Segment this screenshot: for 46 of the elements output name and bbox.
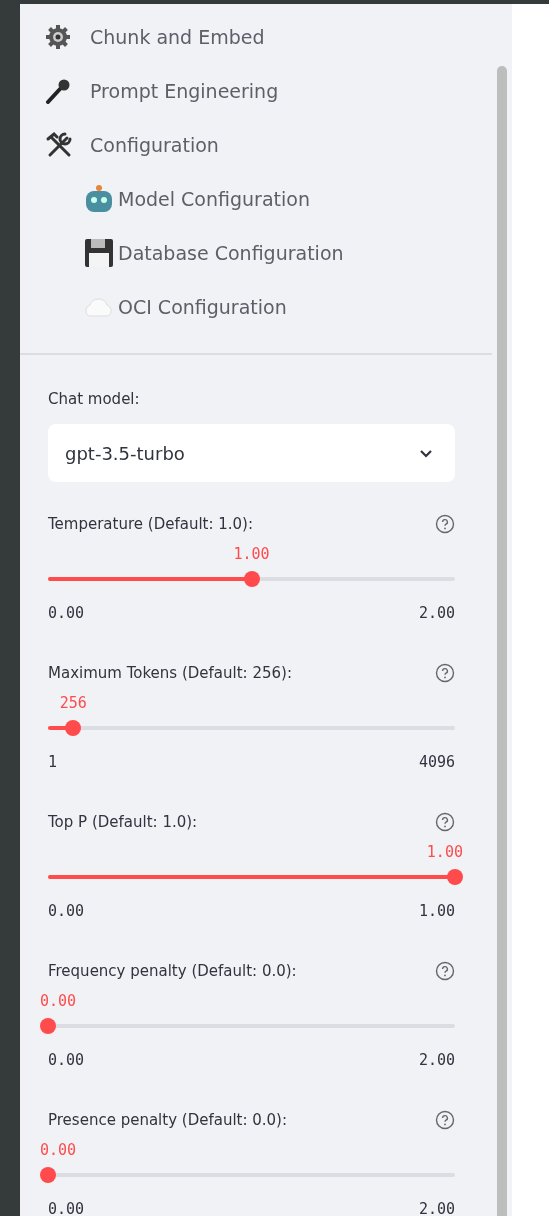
nav-link[interactable]: Prompt Engineering [90, 80, 279, 102]
model-dropdown[interactable]: gpt-3.5-turbo [48, 424, 455, 482]
slider-min: 0.00 [48, 1050, 85, 1071]
slider-thumb[interactable] [447, 869, 463, 885]
slider-max: 2.00 [418, 1199, 455, 1216]
gear-icon [45, 24, 71, 50]
nav-link[interactable]: Configuration [90, 134, 219, 156]
scrollbar-thumb[interactable] [497, 66, 507, 1216]
slider-label: Top P (Default: 1.0): [48, 813, 198, 831]
help-icon[interactable] [435, 663, 455, 683]
help-icon[interactable] [435, 514, 455, 534]
hammer-wrench-icon [45, 131, 73, 159]
help-icon[interactable] [435, 812, 455, 832]
help-icon[interactable] [435, 1110, 455, 1130]
slider-value: 1.00 [426, 842, 463, 862]
scrollbar[interactable] [492, 4, 512, 1216]
slider-value: 0.00 [40, 991, 77, 1011]
help-icon[interactable] [435, 961, 455, 981]
slider-thumb[interactable] [243, 571, 260, 587]
nav-link[interactable]: Model Configuration [118, 188, 310, 210]
slider-min: 0.00 [48, 1199, 85, 1216]
slider-label: Maximum Tokens (Default: 256): [48, 664, 292, 682]
slider-min: 1 [48, 752, 58, 773]
slider-label: Frequency penalty (Default: 0.0): [48, 962, 297, 980]
slider-thumb[interactable] [65, 720, 82, 736]
slider-max: 1.00 [418, 901, 455, 922]
slider-value: 1.00 [233, 544, 270, 564]
slider-thumb[interactable] [40, 1167, 56, 1183]
slider-label: Temperature (Default: 1.0): [48, 515, 254, 533]
slider-thumb[interactable] [40, 1018, 56, 1034]
robot-icon [83, 184, 115, 214]
slider-value: 256 [59, 693, 87, 713]
microphone-icon [45, 78, 71, 104]
slider-min: 0.00 [48, 603, 85, 624]
nav-link[interactable]: Database Configuration [118, 242, 344, 264]
nav-link[interactable]: OCI Configuration [118, 296, 287, 318]
slider-value: 0.00 [40, 1140, 77, 1160]
slider-max: 2.00 [418, 1050, 455, 1071]
slider-min: 0.00 [48, 901, 85, 922]
cloud-icon [83, 296, 115, 318]
slider-label: Presence penalty (Default: 0.0): [48, 1111, 288, 1129]
slider-max: 4096 [418, 752, 455, 773]
nav-link[interactable]: Chunk and Embed [90, 26, 265, 48]
slider-max: 2.00 [418, 603, 455, 624]
chevron-down-icon [419, 448, 433, 458]
field-label: Chat model: [48, 389, 141, 410]
